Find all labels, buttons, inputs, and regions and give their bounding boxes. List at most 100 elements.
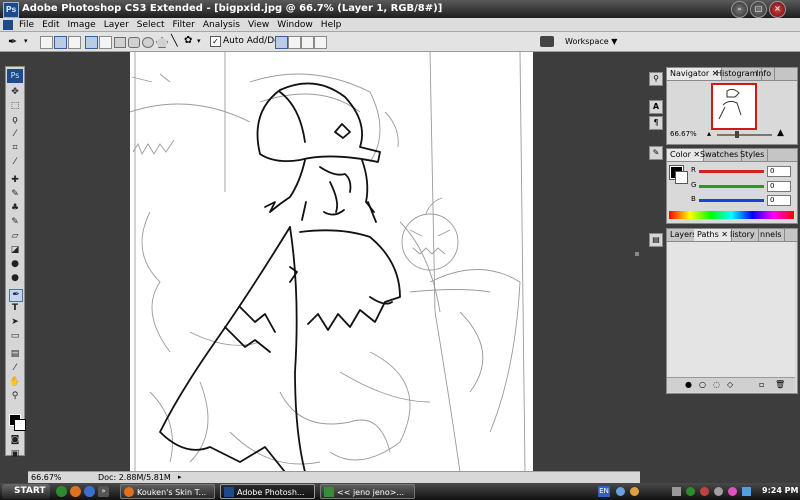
crop-tool-icon[interactable]: ⌗ bbox=[9, 143, 21, 154]
tab-channels[interactable]: nnels bbox=[757, 229, 786, 241]
task-jeno[interactable]: << jeno jeno>... bbox=[320, 484, 415, 499]
exclude-path-area-button[interactable] bbox=[314, 36, 327, 49]
tab-info[interactable]: Info bbox=[753, 68, 776, 80]
minimize-icon[interactable]: – bbox=[731, 1, 748, 18]
close-icon[interactable]: × bbox=[769, 1, 786, 18]
tray-messenger-icon[interactable] bbox=[630, 487, 639, 496]
pen-tool-preset-icon[interactable]: ✒ bbox=[8, 35, 17, 48]
tray-pink-icon[interactable] bbox=[728, 487, 737, 496]
language-indicator[interactable]: EN bbox=[598, 486, 610, 497]
make-work-path-icon[interactable]: ◇ bbox=[727, 380, 733, 389]
firefox-icon[interactable] bbox=[70, 486, 81, 497]
brush-tool-icon[interactable]: ✎ bbox=[9, 189, 21, 200]
stroke-path-icon[interactable]: ○ bbox=[699, 380, 706, 389]
add-path-area-button[interactable] bbox=[275, 36, 288, 49]
blur-tool-icon[interactable]: ● bbox=[9, 259, 21, 270]
rounded-rectangle-icon[interactable] bbox=[128, 37, 140, 48]
navigator-preview[interactable] bbox=[711, 83, 757, 130]
menu-view[interactable]: View bbox=[244, 18, 273, 32]
fill-pixels-button[interactable] bbox=[68, 36, 81, 49]
color-background-swatch[interactable] bbox=[675, 171, 688, 184]
task-kouken[interactable]: Kouken's Skin T... bbox=[120, 484, 215, 499]
tray-network-icon[interactable] bbox=[616, 487, 625, 496]
channel-r-slider[interactable] bbox=[699, 170, 764, 173]
eyedropper-tool-icon[interactable]: ⁄ bbox=[9, 363, 21, 374]
path-selection-tool-icon[interactable]: ➤ bbox=[9, 317, 21, 328]
tray-volume-icon[interactable] bbox=[672, 487, 681, 496]
browser-icon[interactable] bbox=[84, 486, 95, 497]
move-tool-icon[interactable]: ✥ bbox=[9, 87, 21, 98]
menu-analysis[interactable]: Analysis bbox=[199, 18, 244, 32]
zoom-tool-icon[interactable]: ⚲ bbox=[9, 391, 21, 402]
fill-path-icon[interactable]: ● bbox=[685, 380, 692, 389]
marquee-tool-icon[interactable]: ⬚ bbox=[9, 101, 21, 112]
zoom-out-icon[interactable]: ▴ bbox=[707, 129, 711, 138]
channel-g-slider[interactable] bbox=[699, 185, 764, 188]
pen-tool-icon[interactable]: ✒ bbox=[9, 289, 23, 302]
gradient-tool-icon[interactable]: ◪ bbox=[9, 245, 21, 256]
menu-window[interactable]: Window bbox=[273, 18, 317, 32]
scroll-arrow-icon[interactable] bbox=[635, 252, 639, 256]
more-icon[interactable]: » bbox=[98, 486, 109, 497]
load-selection-icon[interactable]: ◌ bbox=[713, 380, 720, 389]
tray-antivirus-icon[interactable] bbox=[700, 487, 709, 496]
tray-display-icon[interactable] bbox=[742, 487, 751, 496]
quicklaunch-icon[interactable] bbox=[56, 486, 67, 497]
history-brush-tool-icon[interactable]: ✎ bbox=[9, 217, 21, 228]
background-color-swatch[interactable] bbox=[14, 419, 26, 431]
lasso-tool-icon[interactable]: ϙ bbox=[9, 115, 21, 126]
shape-layers-button[interactable] bbox=[40, 36, 53, 49]
custom-shape-icon[interactable]: ✿ bbox=[184, 35, 192, 46]
zoom-in-icon[interactable]: ▲ bbox=[777, 128, 784, 138]
clone-stamp-tool-icon[interactable]: ♣ bbox=[9, 203, 21, 214]
app-menu-icon[interactable] bbox=[3, 20, 13, 30]
notes-tool-icon[interactable]: ▤ bbox=[9, 349, 21, 360]
task-photoshop[interactable]: Adobe Photosh... bbox=[220, 484, 315, 499]
healing-brush-tool-icon[interactable]: ✚ bbox=[9, 175, 21, 186]
tab-history[interactable]: listory bbox=[727, 229, 759, 241]
type-tool-icon[interactable]: T bbox=[9, 303, 21, 314]
shape-tool-icon[interactable]: ▭ bbox=[9, 331, 21, 342]
brushes-panel-icon[interactable]: ✎ bbox=[649, 146, 663, 160]
rectangle-shape-icon[interactable] bbox=[114, 37, 126, 48]
menu-layer[interactable]: Layer bbox=[100, 18, 133, 32]
channel-b-value[interactable]: 0 bbox=[767, 195, 791, 206]
paths-button[interactable] bbox=[54, 36, 67, 49]
subtract-path-area-button[interactable] bbox=[288, 36, 301, 49]
paragraph-panel-icon[interactable]: ¶ bbox=[649, 116, 663, 130]
ellipse-shape-icon[interactable] bbox=[142, 37, 154, 48]
navigator-zoom-value[interactable]: 66.67% bbox=[670, 130, 697, 138]
hand-tool-icon[interactable]: ✋ bbox=[9, 377, 21, 388]
dodge-tool-icon[interactable]: ● bbox=[9, 273, 21, 284]
maximize-icon[interactable]: □ bbox=[750, 1, 767, 18]
preset-dropdown-icon[interactable]: ▾ bbox=[24, 37, 28, 45]
menu-help[interactable]: Help bbox=[317, 18, 346, 32]
paths-list[interactable] bbox=[667, 242, 795, 377]
menu-edit[interactable]: Edit bbox=[38, 18, 63, 32]
menu-image[interactable]: Image bbox=[64, 18, 100, 32]
channel-r-value[interactable]: 0 bbox=[767, 166, 791, 177]
menu-select[interactable]: Select bbox=[133, 18, 169, 32]
slice-tool-icon[interactable]: ⁄ bbox=[9, 157, 21, 168]
tab-styles[interactable]: Styles bbox=[737, 149, 769, 161]
character-panel-icon[interactable]: A bbox=[649, 100, 663, 114]
pen-mode-button[interactable] bbox=[85, 36, 98, 49]
status-zoom[interactable]: 66.67% bbox=[31, 473, 62, 482]
vertical-scrollbar[interactable] bbox=[633, 52, 641, 472]
tab-swatches[interactable]: Swatches bbox=[697, 149, 743, 161]
zoom-slider-thumb[interactable] bbox=[735, 131, 739, 138]
start-button[interactable]: START bbox=[2, 484, 50, 499]
zoom-slider[interactable] bbox=[717, 131, 772, 138]
delete-path-icon[interactable]: 🗑 bbox=[775, 380, 785, 389]
channel-g-value[interactable]: 0 bbox=[767, 181, 791, 192]
quick-mask-icon[interactable]: ◙ bbox=[9, 435, 21, 446]
bridge-icon[interactable] bbox=[540, 36, 554, 47]
menu-file[interactable]: File bbox=[15, 18, 38, 32]
clock[interactable]: 9:24 PM bbox=[762, 486, 799, 495]
tool-presets-panel-icon[interactable]: ▤ bbox=[649, 233, 663, 247]
tray-status-icon[interactable] bbox=[686, 487, 695, 496]
status-arrow-icon[interactable]: ▸ bbox=[178, 473, 182, 481]
screen-mode-icon[interactable]: ▣ bbox=[9, 449, 21, 460]
color-spectrum-bar[interactable] bbox=[669, 211, 794, 219]
workspace-dropdown[interactable]: Workspace ▼ bbox=[565, 37, 617, 46]
